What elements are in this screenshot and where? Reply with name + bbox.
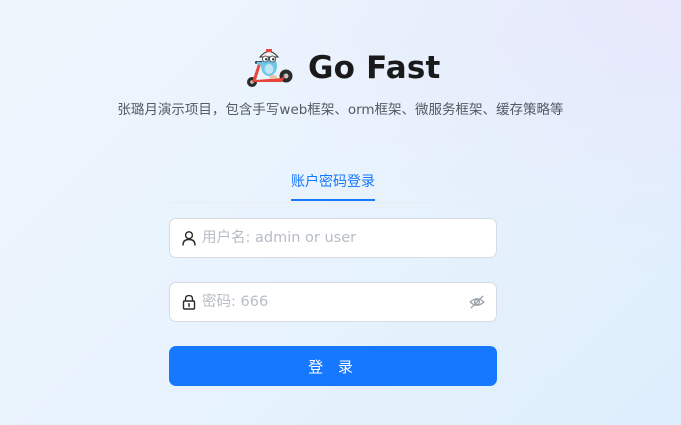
username-input[interactable] — [200, 219, 464, 257]
gopher-scooter-logo-icon — [247, 49, 293, 87]
password-field — [169, 282, 497, 322]
eye-invisible-icon[interactable] — [469, 294, 485, 310]
app-subtitle: 张璐月演示项目，包含手写web框架、orm框架、微服务框架、缓存策略等 — [117, 102, 564, 118]
tab-account-password[interactable]: 账户密码登录 — [169, 171, 497, 191]
user-icon — [182, 231, 196, 246]
app-title: Go Fast — [308, 50, 441, 86]
password-input[interactable] — [200, 283, 464, 321]
lock-icon — [182, 294, 196, 310]
header: Go Fast — [0, 44, 681, 94]
login-tabs: 账户密码登录 — [169, 158, 497, 203]
username-field — [169, 218, 497, 258]
tab-active-indicator — [291, 199, 375, 201]
login-button[interactable]: 登 录 — [169, 346, 497, 386]
